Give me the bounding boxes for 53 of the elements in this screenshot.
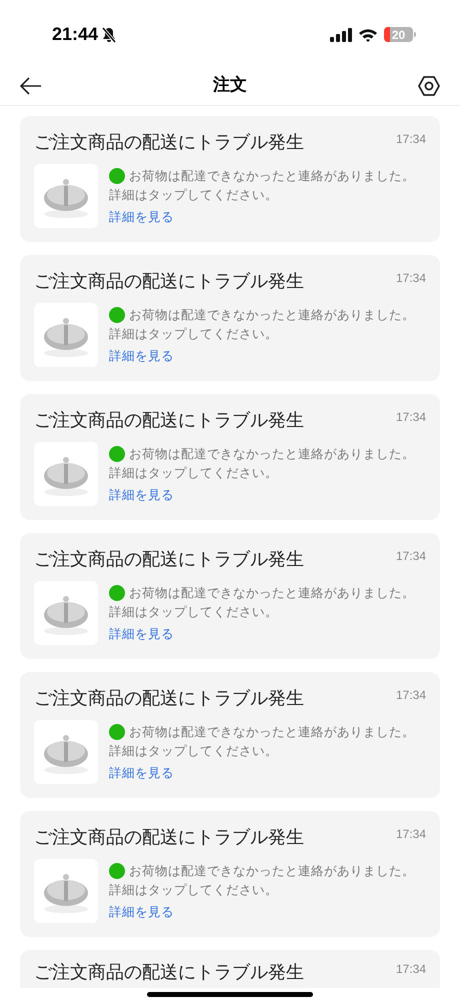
status-time: 21:44 bbox=[52, 23, 98, 46]
notification-message: お荷物は配達できなかったと連絡がありました。 bbox=[129, 306, 415, 324]
details-link[interactable]: 詳細を見る bbox=[109, 347, 174, 365]
notification-hint: 詳細はタップしてください。 bbox=[109, 186, 279, 204]
notification-title: ご注文商品の配送にトラブル発生 bbox=[34, 826, 304, 850]
notification-time: 17:34 bbox=[396, 270, 426, 287]
notification-card[interactable]: ご注文商品の配送にトラブル発生 17:34 お荷物は配達できなかったと連絡がありました。 詳細はタップしてください。 詳細を見る bbox=[20, 116, 440, 242]
notification-card[interactable]: ご注文商品の配送にトラブル発生 17:34 お荷物は配達できなかったと連絡がありました。 詳細はタップしてください。 詳細を見る bbox=[20, 811, 440, 937]
details-link[interactable]: 詳細を見る bbox=[109, 764, 174, 782]
notification-card[interactable]: ご注文商品の配送にトラブル発生 17:34 お荷物は配達できなかったと連絡がありました。 詳細はタップしてください。 詳細を見る bbox=[20, 394, 440, 520]
muted-bell-icon bbox=[102, 26, 116, 42]
notification-message: お荷物は配達できなかったと連絡がありました。 bbox=[129, 862, 415, 880]
status-dot-icon bbox=[109, 306, 125, 322]
notification-time: 17:34 bbox=[396, 409, 426, 426]
notification-hint: 詳細はタップしてください。 bbox=[109, 603, 279, 621]
notification-message: お荷物は配達できなかったと連絡がありました。 bbox=[129, 167, 415, 185]
hexagon-settings-icon[interactable] bbox=[418, 74, 440, 96]
notification-title: ご注文商品の配送にトラブル発生 bbox=[34, 409, 304, 433]
status-dot-icon bbox=[109, 446, 125, 462]
details-link[interactable]: 詳細を見る bbox=[109, 486, 174, 504]
status-dot-icon bbox=[109, 862, 125, 878]
status-dot-icon bbox=[109, 168, 125, 184]
notification-card[interactable]: ご注文商品の配送にトラブル発生 17:34 お荷物は配達できなかったと連絡がありました。 詳細はタップしてください。 詳細を見る bbox=[20, 533, 440, 659]
details-link[interactable]: 詳細を見る bbox=[109, 903, 174, 921]
status-dot-icon bbox=[109, 724, 125, 740]
notification-time: 17:34 bbox=[396, 961, 426, 978]
notification-time: 17:34 bbox=[396, 131, 426, 148]
notification-title: ご注文商品の配送にトラブル発生 bbox=[34, 961, 304, 985]
details-link[interactable]: 詳細を見る bbox=[109, 625, 174, 643]
signal-icon bbox=[330, 28, 352, 42]
details-link[interactable]: 詳細を見る bbox=[109, 208, 174, 226]
notification-card[interactable]: ご注文商品の配送にトラブル発生 17:34 bbox=[20, 950, 440, 988]
notification-time: 17:34 bbox=[396, 548, 426, 565]
battery-icon: 20 bbox=[384, 27, 416, 42]
page-title: 注文 bbox=[213, 74, 247, 97]
notification-time: 17:34 bbox=[396, 687, 426, 704]
notification-time: 17:34 bbox=[396, 826, 426, 843]
notification-title: ご注文商品の配送にトラブル発生 bbox=[34, 687, 304, 711]
notification-hint: 詳細はタップしてください。 bbox=[109, 742, 279, 760]
notification-card[interactable]: ご注文商品の配送にトラブル発生 17:34 お荷物は配達できなかったと連絡がありました。 詳細はタップしてください。 詳細を見る bbox=[20, 255, 440, 381]
notification-card[interactable]: ご注文商品の配送にトラブル発生 17:34 お荷物は配達できなかったと連絡がありました。 詳細はタップしてください。 詳細を見る bbox=[20, 672, 440, 798]
notification-title: ご注文商品の配送にトラブル発生 bbox=[34, 548, 304, 572]
notification-title: ご注文商品の配送にトラブル発生 bbox=[34, 270, 304, 294]
notification-hint: 詳細はタップしてください。 bbox=[109, 464, 279, 482]
notification-title: ご注文商品の配送にトラブル発生 bbox=[34, 131, 304, 155]
notification-hint: 詳細はタップしてください。 bbox=[109, 325, 279, 343]
back-arrow-icon[interactable] bbox=[20, 76, 42, 94]
notification-message: お荷物は配達できなかったと連絡がありました。 bbox=[129, 584, 415, 602]
status-dot-icon bbox=[109, 584, 125, 600]
notification-hint: 詳細はタップしてください。 bbox=[109, 881, 279, 899]
wifi-icon bbox=[358, 28, 378, 42]
notification-message: お荷物は配達できなかったと連絡がありました。 bbox=[129, 445, 415, 463]
notification-message: お荷物は配達できなかったと連絡がありました。 bbox=[129, 723, 415, 741]
